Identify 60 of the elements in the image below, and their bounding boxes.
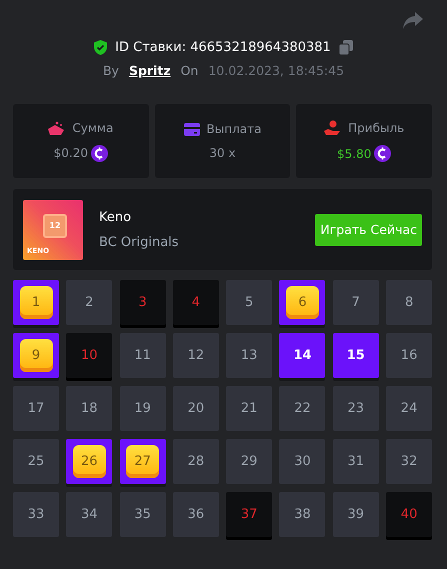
keno-tile: 33 xyxy=(13,492,59,537)
user-link[interactable]: Spritz xyxy=(128,63,171,78)
gem-tile: 1 xyxy=(20,286,52,319)
shield-check-icon xyxy=(94,40,108,55)
stat-value: 30 x xyxy=(209,146,236,160)
keno-tile: 32 xyxy=(386,439,432,484)
keno-tile: 30 xyxy=(279,439,326,484)
keno-tile: 34 xyxy=(66,492,112,537)
keno-tile: 14 xyxy=(279,333,326,378)
copy-icon[interactable] xyxy=(338,40,353,55)
play-now-button[interactable]: Играть Сейчас xyxy=(315,214,422,246)
on-label: On xyxy=(180,63,198,78)
keno-tile: 13 xyxy=(226,333,272,378)
keno-tile: 38 xyxy=(279,492,326,537)
keno-tile: 28 xyxy=(172,439,219,484)
keno-tile: 10 xyxy=(66,333,112,378)
keno-tile: 39 xyxy=(332,492,379,537)
keno-tile: 3 xyxy=(120,280,166,325)
share-icon[interactable] xyxy=(403,12,423,29)
by-label: By xyxy=(102,63,119,78)
keno-tile: 19 xyxy=(120,386,166,431)
keno-tile: 21 xyxy=(226,386,272,431)
keno-tile: 16 xyxy=(386,333,432,378)
keno-tile: 12 xyxy=(172,333,219,378)
keno-tile: 7 xyxy=(332,280,379,325)
keno-tile: 37 xyxy=(226,492,272,537)
gem-tile: 27 xyxy=(126,445,160,478)
stat-value: $5.80 xyxy=(337,146,372,160)
bet-date: 10.02.2023, 18:45:45 xyxy=(208,63,344,78)
gem-tile: 9 xyxy=(20,339,52,372)
stat-label: Прибыль xyxy=(348,120,404,134)
game-provider: BC Originals xyxy=(99,234,180,250)
keno-tile: 2 xyxy=(66,280,112,325)
keno-tile: 35 xyxy=(120,492,166,537)
thumbnail-number: 12 xyxy=(43,214,67,238)
stat-value: $0.20 xyxy=(54,146,88,160)
game-name: Keno xyxy=(99,210,132,224)
keno-tile: 15 xyxy=(332,333,379,378)
keno-tile: 5 xyxy=(226,280,272,325)
keno-tile: 40 xyxy=(386,492,432,537)
keno-tile: 31 xyxy=(332,439,379,484)
keno-tile: 8 xyxy=(386,280,432,325)
bet-id: ID Ставки: 46653218964380381 xyxy=(115,40,331,55)
person-hand-icon xyxy=(324,120,342,135)
keno-tile: 4 xyxy=(172,280,219,325)
keno-tile: 20 xyxy=(172,386,219,431)
keno-tile: 22 xyxy=(279,386,326,431)
keno-tile: 17 xyxy=(13,386,59,431)
gem-tile: 26 xyxy=(72,445,106,478)
keno-tile: 11 xyxy=(120,333,166,378)
stat-label: Выплата xyxy=(206,122,262,136)
keno-tile: 29 xyxy=(226,439,272,484)
keno-tile: 36 xyxy=(172,492,219,537)
gem-tile: 6 xyxy=(286,286,319,319)
card-icon xyxy=(184,122,200,136)
stat-label: Сумма xyxy=(72,120,114,134)
keno-tile: 23 xyxy=(332,386,379,431)
keno-tile: 18 xyxy=(66,386,112,431)
keno-tile: 24 xyxy=(386,386,432,431)
keno-tile: 25 xyxy=(13,439,59,484)
